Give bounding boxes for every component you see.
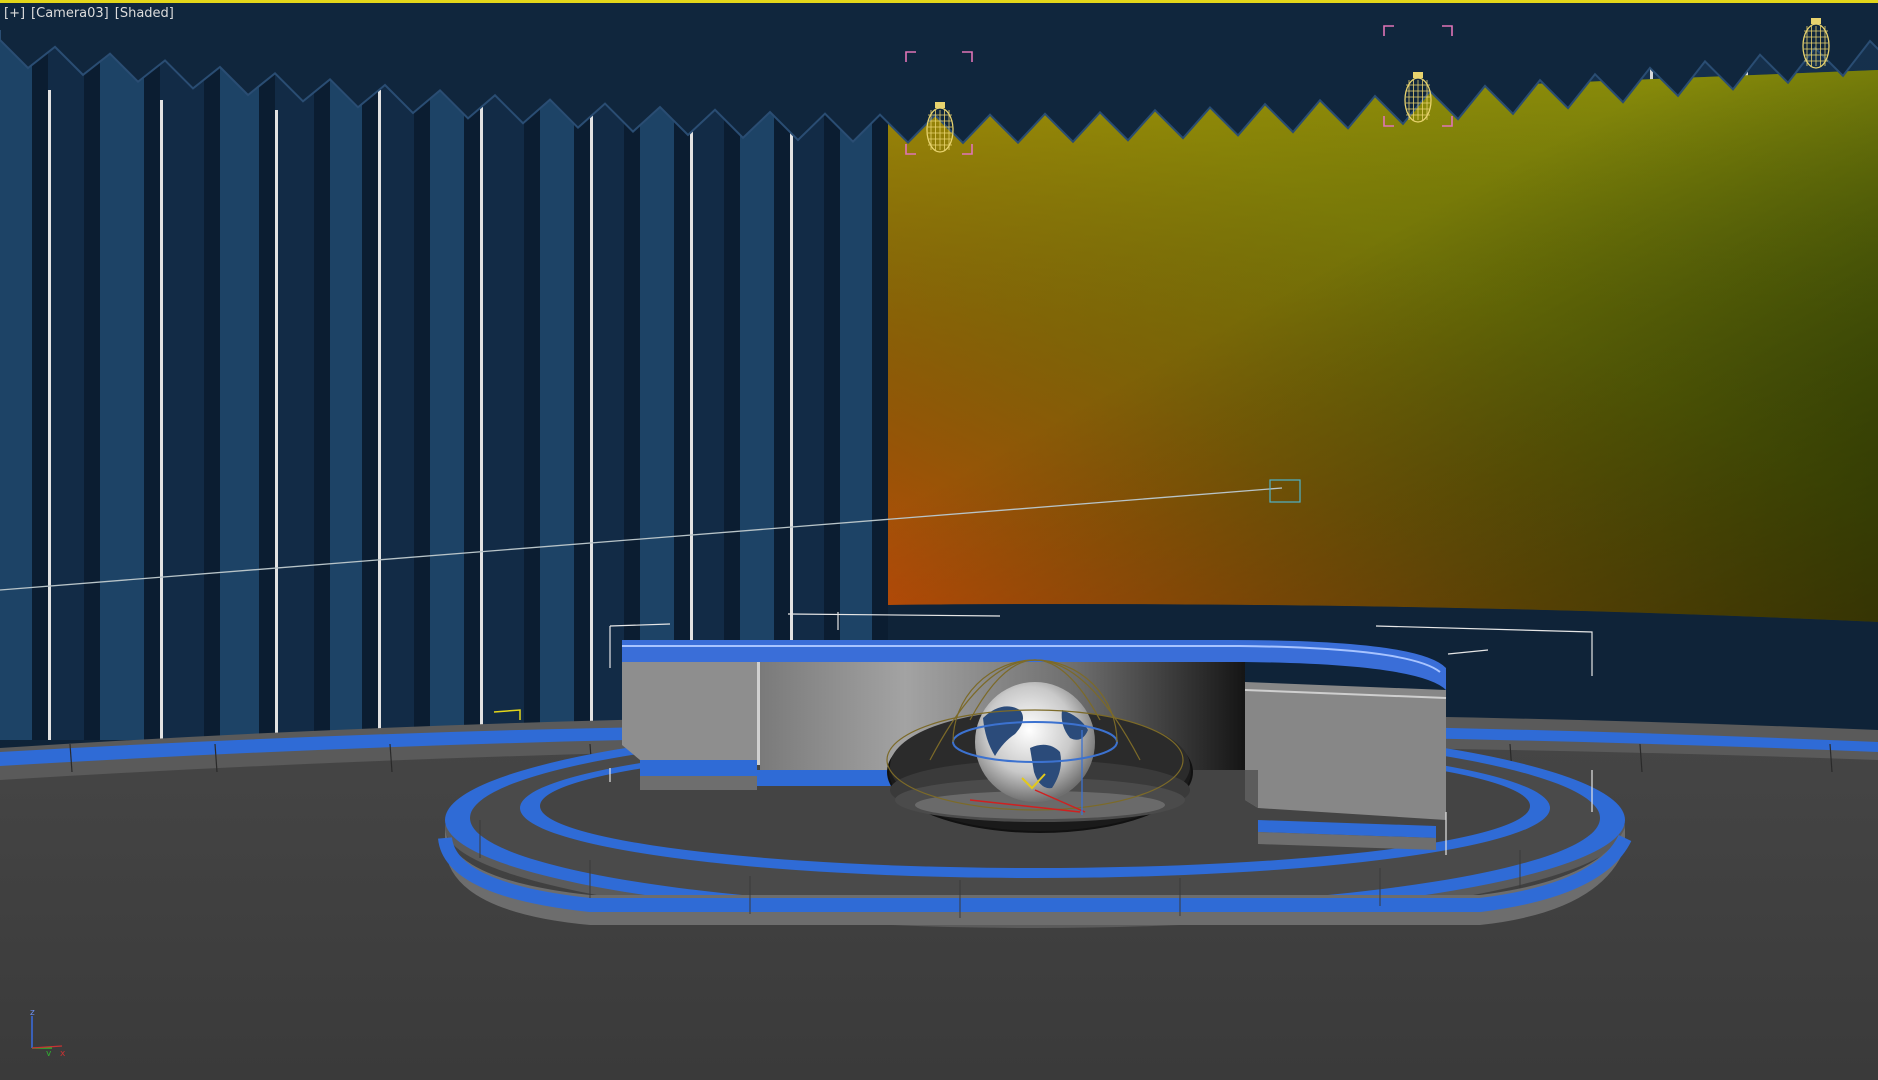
scene-render[interactable]	[0, 0, 1878, 1080]
axis-tripod-icon: z y x	[30, 1008, 66, 1056]
viewport-shading-label[interactable]: [Shaded]	[113, 6, 176, 21]
active-viewport-border	[0, 0, 1878, 3]
viewport-label-bar: [+] [Camera03] [Shaded]	[2, 6, 176, 21]
3d-viewport-camera03[interactable]: [+] [Camera03] [Shaded] z y x	[0, 0, 1878, 1080]
axis-z-label: z	[30, 1008, 35, 1018]
viewport-menu-button[interactable]: [+]	[2, 6, 27, 21]
axis-y-label: y	[46, 1049, 52, 1056]
video-wall-shadow	[888, 70, 1878, 622]
viewport-camera-label[interactable]: [Camera03]	[29, 6, 111, 21]
axis-x-label: x	[60, 1049, 66, 1056]
